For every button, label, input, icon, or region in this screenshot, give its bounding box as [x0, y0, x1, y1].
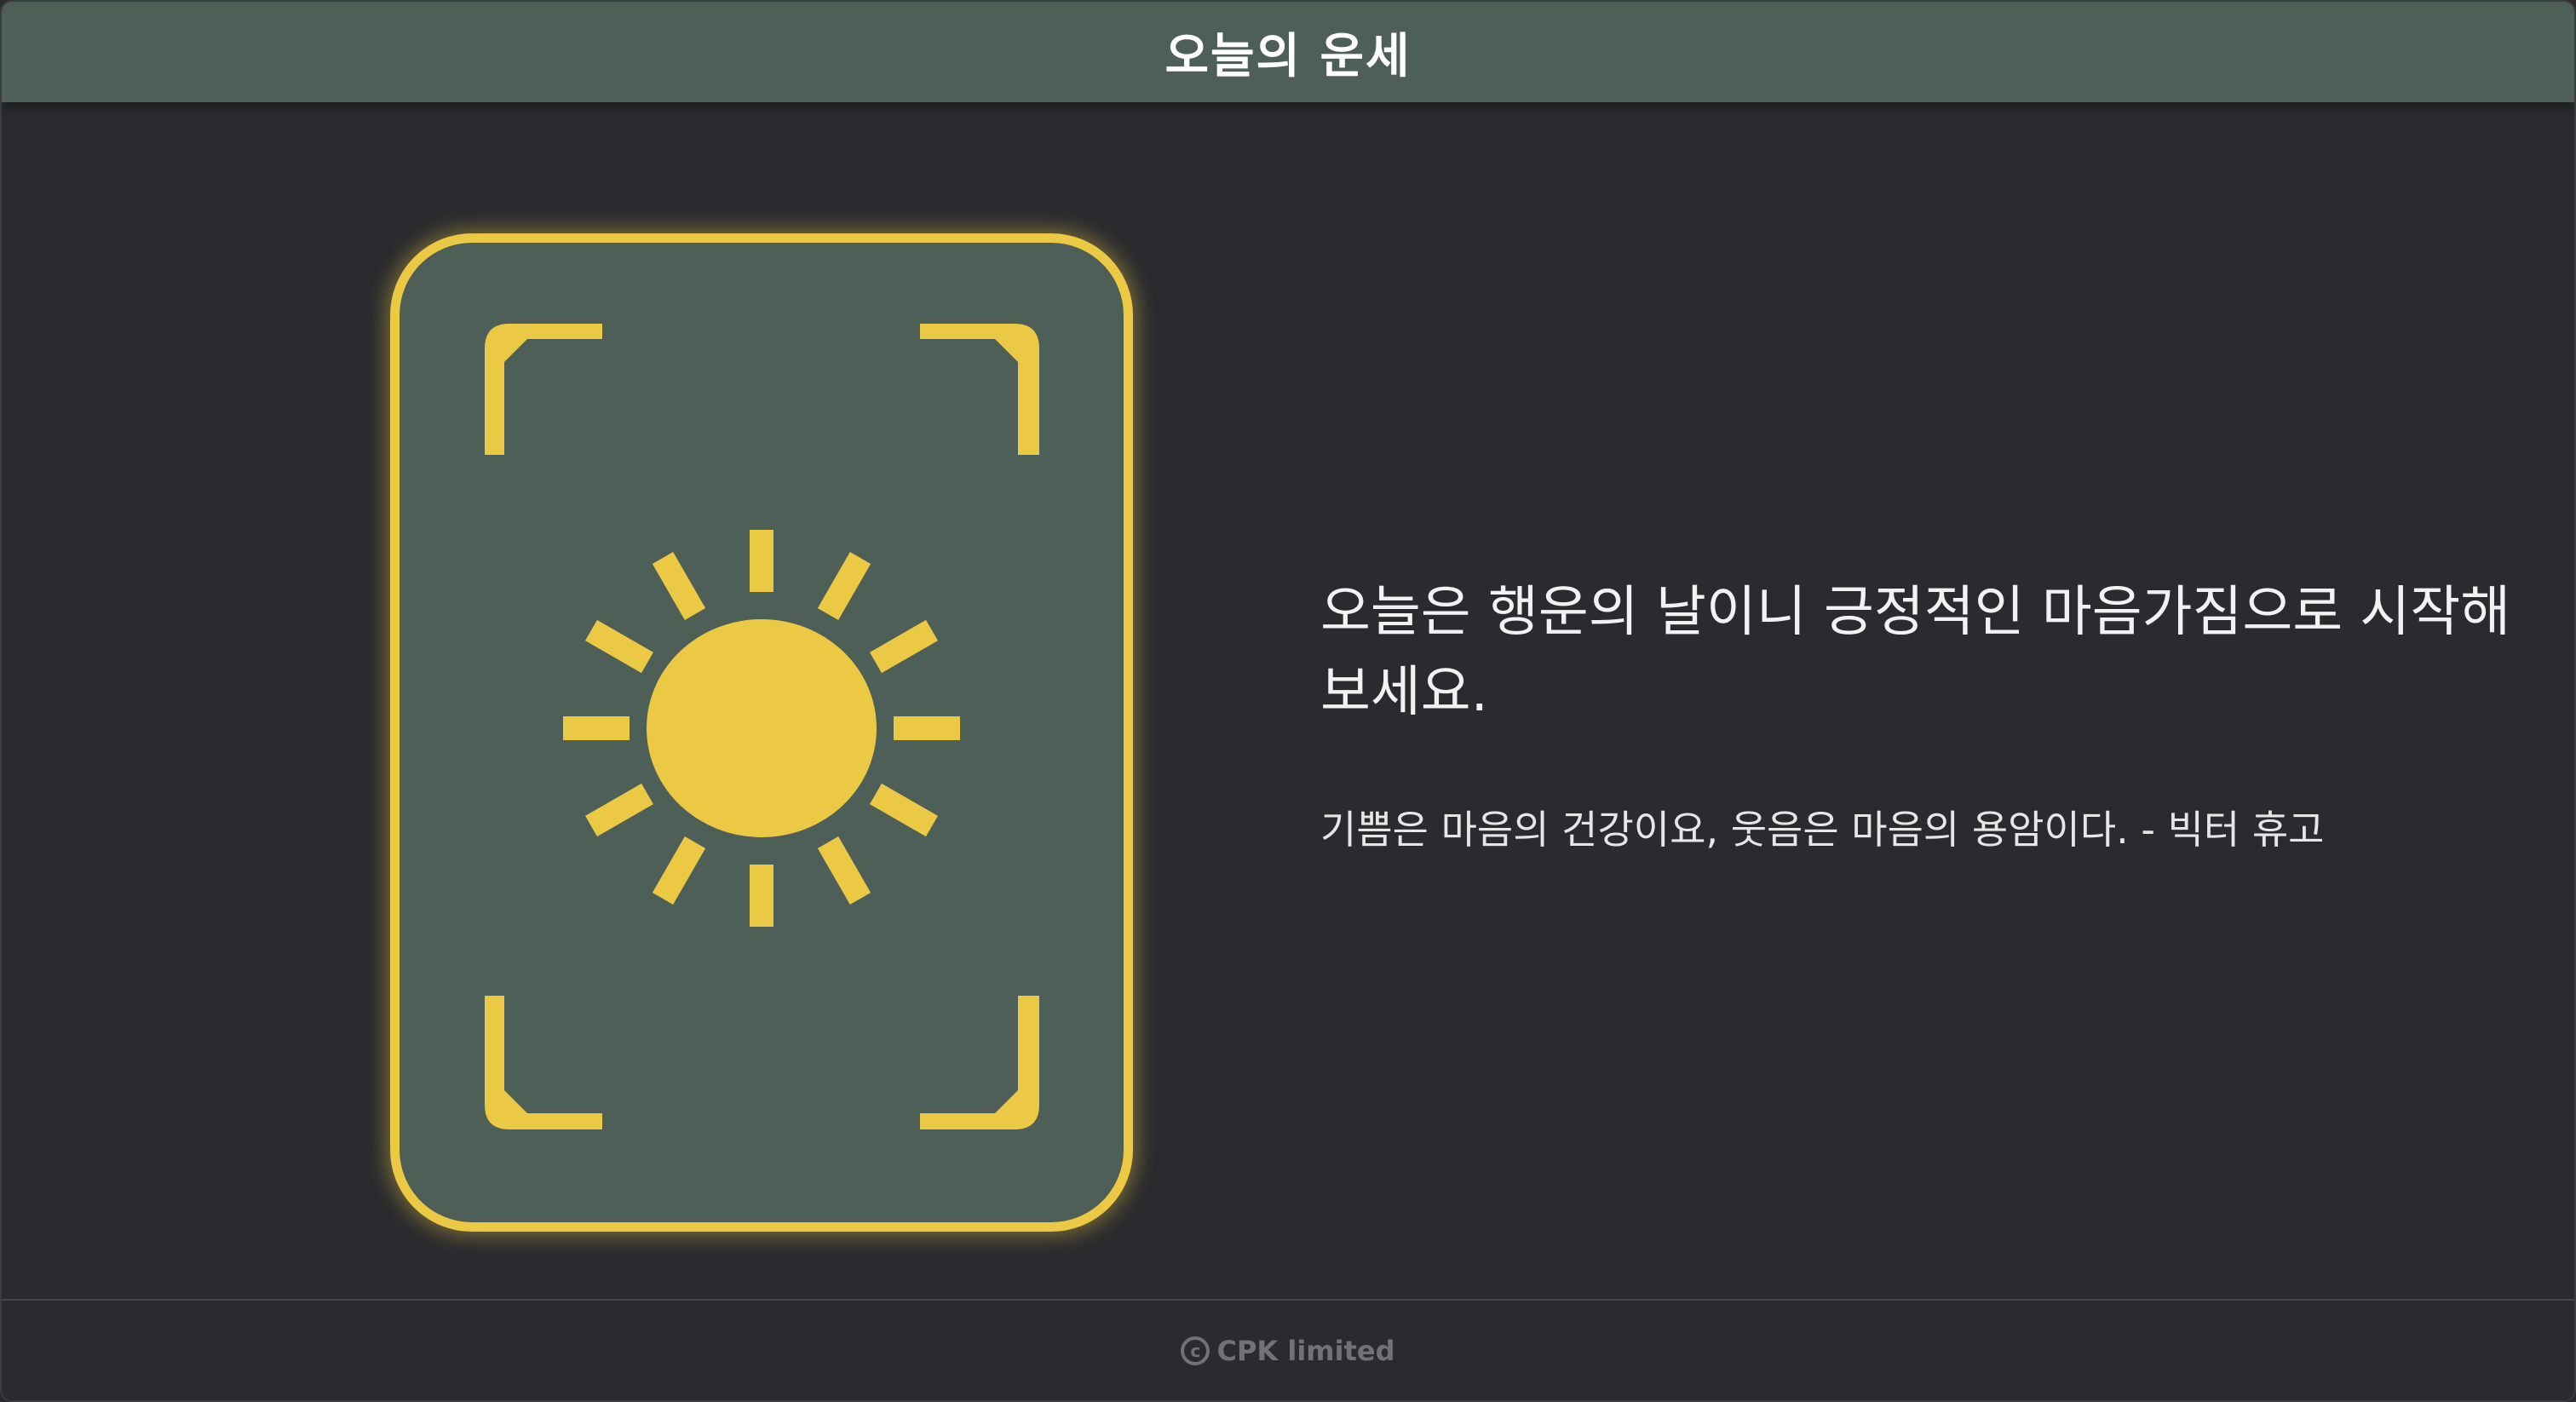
corner-top-left-icon: [485, 324, 602, 455]
page-title: 오늘의 운세: [1164, 28, 1412, 84]
footer: c CPK limited: [2, 1301, 2574, 1400]
header-bar: 오늘의 운세: [2, 2, 2574, 102]
corner-bottom-right-icon: [920, 996, 1039, 1129]
sun-icon: [563, 530, 960, 927]
app-window: 오늘의 운세 오늘은 행운의 날이니 긍정적인 마음가짐으로 시작해보세요. 기…: [0, 0, 2576, 1402]
fortune-quote: 기쁨은 마음의 건강이요, 웃음은 마음의 용암이다. - 빅터 휴고: [1320, 807, 2325, 853]
corner-bottom-left-icon: [485, 996, 602, 1129]
footer-company: CPK limited: [1216, 1335, 1395, 1367]
corner-top-right-icon: [920, 324, 1039, 455]
fortune-message: 오늘은 행운의 날이니 긍정적인 마음가짐으로 시작해보세요.: [1320, 581, 2511, 724]
copyright-icon: c: [1181, 1336, 1210, 1365]
fortune-card[interactable]: [390, 233, 1133, 1232]
card-artwork: [485, 324, 1039, 1129]
